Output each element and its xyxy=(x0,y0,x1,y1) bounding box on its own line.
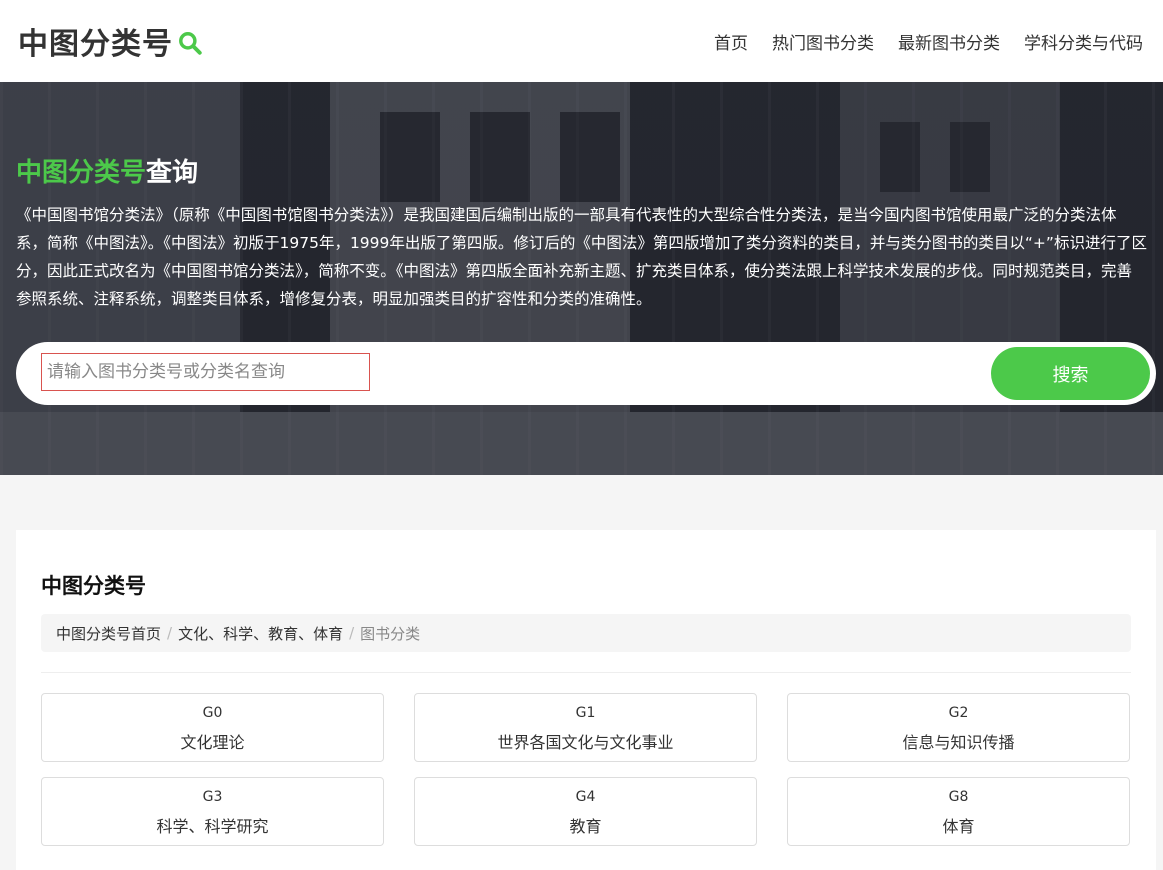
breadcrumb-culture-science[interactable]: 文化、科学、教育、体育 xyxy=(178,623,343,644)
category-item-g4[interactable]: G4 教育 xyxy=(414,777,757,846)
nav-latest-categories[interactable]: 最新图书分类 xyxy=(898,29,1000,54)
category-name: 信息与知识传播 xyxy=(902,733,1015,752)
search-bar: 搜索 xyxy=(16,342,1156,405)
section-title: 中图分类号 xyxy=(41,574,146,598)
site-logo[interactable]: 中图分类号 xyxy=(18,19,203,63)
category-code: G0 xyxy=(202,705,223,721)
category-code: G2 xyxy=(948,705,969,721)
search-icon xyxy=(179,32,202,55)
search-button[interactable]: 搜索 xyxy=(991,347,1150,400)
category-name: 教育 xyxy=(569,817,602,836)
hero-description: 《中国图书馆分类法》（原称《中国图书馆图书分类法》）是我国建国后编制出版的一部具… xyxy=(16,206,1147,308)
category-code: G8 xyxy=(948,789,969,805)
category-name: 体育 xyxy=(942,817,975,836)
breadcrumb-separator: / xyxy=(167,624,173,642)
category-item-g2[interactable]: G2 信息与知识传播 xyxy=(787,693,1130,762)
breadcrumb-separator: / xyxy=(349,624,355,642)
hero-section: 中图分类号查询 《中国图书馆分类法》（原称《中国图书馆图书分类法》）是我国建国后… xyxy=(0,82,1163,475)
breadcrumb-current: 图书分类 xyxy=(360,624,421,643)
hero-title: 中图分类号查询 xyxy=(16,158,199,188)
category-code: G1 xyxy=(575,705,596,721)
category-name: 文化理论 xyxy=(180,733,245,752)
category-item-g1[interactable]: G1 世界各国文化与文化事业 xyxy=(414,693,757,762)
category-grid: G0 文化理论 G1 世界各国文化与文化事业 G2 信息与知识传播 G3 科学、… xyxy=(41,693,1131,846)
category-item-g3[interactable]: G3 科学、科学研究 xyxy=(41,777,384,846)
category-card: 中图分类号 中图分类号首页 / 文化、科学、教育、体育 / 图书分类 G0 文化… xyxy=(16,530,1156,870)
category-name: 科学、科学研究 xyxy=(156,817,269,836)
category-item-g0[interactable]: G0 文化理论 xyxy=(41,693,384,762)
nav-hot-categories[interactable]: 热门图书分类 xyxy=(772,29,874,54)
category-item-g8[interactable]: G8 体育 xyxy=(787,777,1130,846)
main-nav: 首页 热门图书分类 最新图书分类 学科分类与代码 xyxy=(690,29,1143,54)
breadcrumb-home[interactable]: 中图分类号首页 xyxy=(56,623,161,644)
site-header: 中图分类号 首页 热门图书分类 最新图书分类 学科分类与代码 xyxy=(0,0,1163,82)
divider xyxy=(41,672,1131,673)
logo-text: 中图分类号 xyxy=(18,27,173,62)
breadcrumb: 中图分类号首页 / 文化、科学、教育、体育 / 图书分类 xyxy=(41,614,1131,652)
nav-subject-codes[interactable]: 学科分类与代码 xyxy=(1024,29,1143,54)
nav-home[interactable]: 首页 xyxy=(714,29,748,54)
category-code: G3 xyxy=(202,789,223,805)
search-input[interactable] xyxy=(41,353,370,391)
category-code: G4 xyxy=(575,789,596,805)
category-name: 世界各国文化与文化事业 xyxy=(497,733,674,752)
